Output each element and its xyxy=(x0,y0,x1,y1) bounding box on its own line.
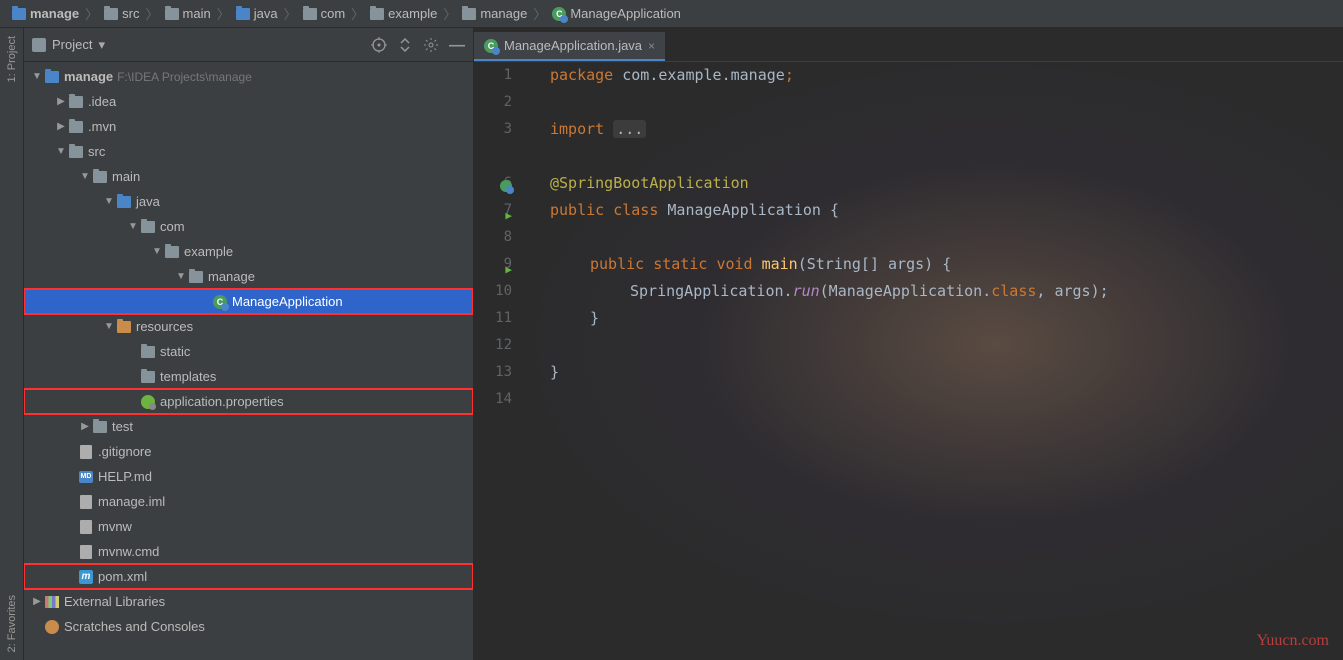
tree-pom-xml[interactable]: mpom.xml xyxy=(24,564,473,589)
tree-example[interactable]: ▼example xyxy=(24,239,473,264)
folder-icon xyxy=(117,321,131,333)
tree-application-properties[interactable]: application.properties xyxy=(24,389,473,414)
module-icon xyxy=(45,71,59,83)
file-icon xyxy=(80,545,92,559)
breadcrumb: manage〉 src〉 main〉 java〉 com〉 example〉 m… xyxy=(0,0,1343,28)
folder-icon xyxy=(12,8,26,20)
project-header: Project ▾ — xyxy=(24,28,473,62)
minimize-icon[interactable]: — xyxy=(449,37,465,53)
folder-icon xyxy=(93,171,107,183)
tree-src[interactable]: ▼src xyxy=(24,139,473,164)
folder-icon xyxy=(69,96,83,108)
folder-icon xyxy=(69,121,83,133)
libraries-icon xyxy=(45,596,59,608)
tab-label: ManageApplication.java xyxy=(504,38,642,53)
tree-mvn[interactable]: ▶.mvn xyxy=(24,114,473,139)
tree-mvnw-cmd[interactable]: mvnw.cmd xyxy=(24,539,473,564)
side-tabs: 1: Project 2: Favorites xyxy=(0,28,24,660)
scratches-icon xyxy=(45,620,59,634)
tree-templates[interactable]: templates xyxy=(24,364,473,389)
tree-static[interactable]: static xyxy=(24,339,473,364)
folder-icon xyxy=(141,221,155,233)
folder-icon xyxy=(165,8,179,20)
folder-icon xyxy=(141,346,155,358)
project-panel: Project ▾ — ▼manageF:\IDEA Projects\mana… xyxy=(24,28,474,660)
file-icon xyxy=(80,445,92,459)
class-icon: C xyxy=(552,7,566,21)
tree-help-md[interactable]: MDHELP.md xyxy=(24,464,473,489)
properties-icon xyxy=(141,395,155,409)
tree-gitignore[interactable]: .gitignore xyxy=(24,439,473,464)
tree-external-libraries[interactable]: ▶External Libraries xyxy=(24,589,473,614)
tree-com[interactable]: ▼com xyxy=(24,214,473,239)
folder-icon xyxy=(69,146,83,158)
dropdown-icon[interactable]: ▾ xyxy=(98,37,105,53)
folder-icon xyxy=(141,371,155,383)
line-gutter: 1 2 3 6 7▶ 8 9▶ 10 11 12 13 14 xyxy=(474,62,530,413)
crumb-manage[interactable]: manage xyxy=(8,6,83,21)
file-icon xyxy=(80,520,92,534)
class-icon: C xyxy=(484,39,498,53)
tree-scratches[interactable]: Scratches and Consoles xyxy=(24,614,473,639)
folder-icon xyxy=(303,8,317,20)
tree-manage-application[interactable]: CManageApplication xyxy=(24,289,473,314)
project-icon xyxy=(32,38,46,52)
file-icon xyxy=(80,495,92,509)
tree-java[interactable]: ▼java xyxy=(24,189,473,214)
editor-area: C ManageApplication.java × 1 2 3 6 7▶ 8 … xyxy=(474,28,1343,660)
tab-bar: C ManageApplication.java × xyxy=(474,28,1343,62)
tree-manage-iml[interactable]: manage.iml xyxy=(24,489,473,514)
tree-mvnw[interactable]: mvnw xyxy=(24,514,473,539)
crumb-example[interactable]: example xyxy=(366,6,441,21)
locate-icon[interactable] xyxy=(371,37,387,53)
maven-icon: m xyxy=(79,570,93,584)
expand-all-icon[interactable] xyxy=(397,37,413,53)
markdown-icon: MD xyxy=(79,471,93,483)
tree-manage-pkg[interactable]: ▼manage xyxy=(24,264,473,289)
settings-icon[interactable] xyxy=(423,37,439,53)
class-icon: C xyxy=(213,295,227,309)
side-tab-favorites[interactable]: 2: Favorites xyxy=(3,587,21,660)
folder-icon xyxy=(236,8,250,20)
tree-resources[interactable]: ▼resources xyxy=(24,314,473,339)
crumb-java[interactable]: java xyxy=(232,6,282,21)
project-tree: ▼manageF:\IDEA Projects\manage ▶.idea ▶.… xyxy=(24,62,473,660)
folder-icon xyxy=(117,196,131,208)
tab-manage-application[interactable]: C ManageApplication.java × xyxy=(474,32,665,61)
folder-icon xyxy=(104,8,118,20)
tree-root[interactable]: ▼manageF:\IDEA Projects\manage xyxy=(24,64,473,89)
crumb-com[interactable]: com xyxy=(299,6,350,21)
project-title[interactable]: Project xyxy=(52,37,92,52)
folder-icon xyxy=(165,246,179,258)
tree-main[interactable]: ▼main xyxy=(24,164,473,189)
code-editor[interactable]: package com.example.manage; import ... @… xyxy=(530,62,1109,413)
crumb-src[interactable]: src xyxy=(100,6,143,21)
tree-test[interactable]: ▶test xyxy=(24,414,473,439)
tree-idea[interactable]: ▶.idea xyxy=(24,89,473,114)
crumb-main[interactable]: main xyxy=(161,6,215,21)
folder-icon xyxy=(93,421,107,433)
crumb-manage-pkg[interactable]: manage xyxy=(458,6,531,21)
close-icon[interactable]: × xyxy=(648,39,655,53)
side-tab-project[interactable]: 1: Project xyxy=(3,28,21,90)
folder-icon xyxy=(189,271,203,283)
folder-icon xyxy=(462,8,476,20)
crumb-manage-app[interactable]: CManageApplication xyxy=(548,6,685,21)
folder-icon xyxy=(370,8,384,20)
watermark: Yuucn.com xyxy=(1257,632,1329,650)
